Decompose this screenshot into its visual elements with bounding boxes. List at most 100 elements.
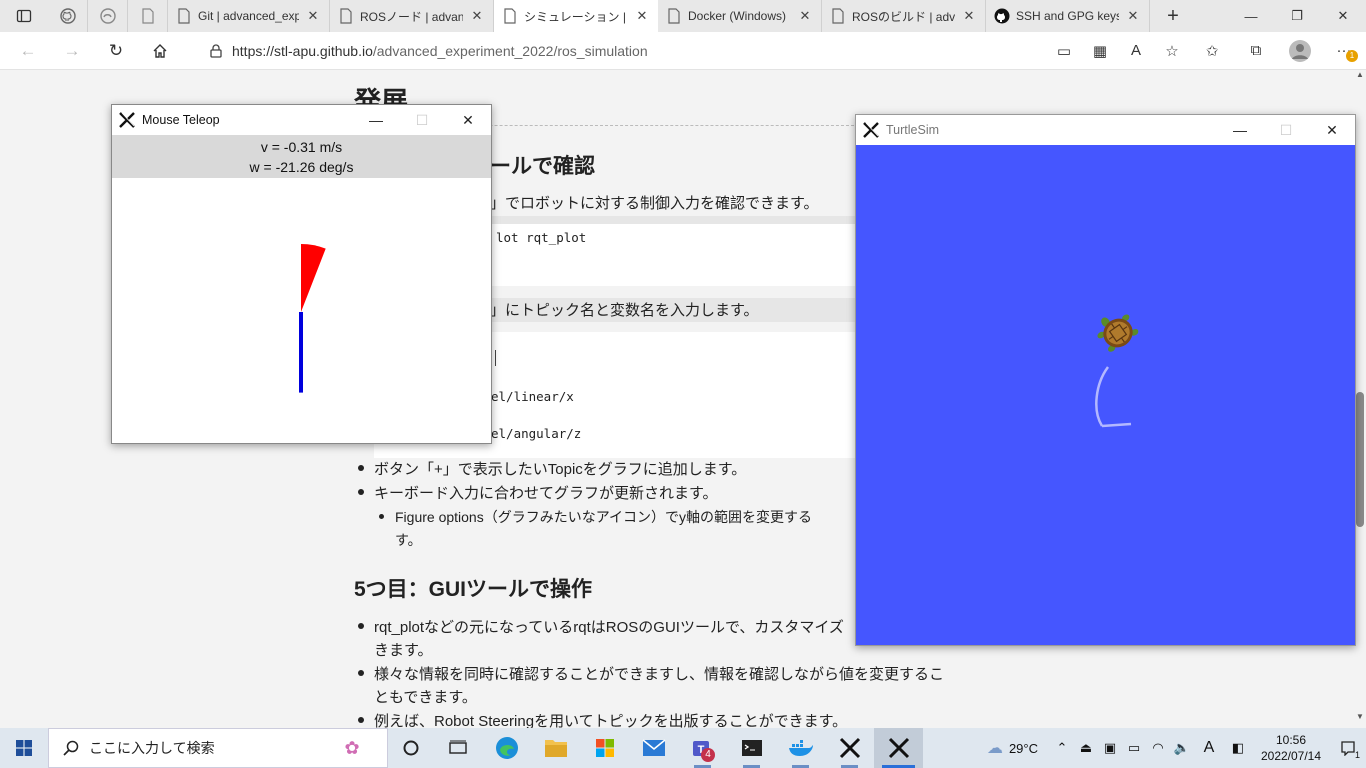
tab-actions-button[interactable]	[0, 0, 48, 32]
close-icon[interactable]: ✕	[469, 8, 485, 24]
read-aloud-icon: A	[1130, 42, 1141, 59]
notification-center-button[interactable]: 1	[1330, 728, 1366, 768]
collections-button[interactable]: ⧉	[1234, 32, 1278, 70]
tab-git[interactable]: Git | advanced_exp ✕	[168, 0, 330, 32]
ime-mode-icon[interactable]: ◧	[1224, 728, 1252, 768]
edge-icon	[495, 737, 518, 759]
list-item: rqt_plotなどの元になっているrqtはROSのGUIツールで、カスタマイズ	[374, 619, 844, 636]
taskbar-app-teams[interactable]: T 4	[678, 728, 727, 768]
minimize-button[interactable]: —	[1217, 115, 1263, 145]
minimize-button[interactable]: —	[1228, 0, 1274, 32]
scroll-up-icon[interactable]: ▲	[1356, 70, 1364, 79]
close-icon[interactable]: ✕	[797, 8, 813, 24]
search-highlight-illustration: ✿	[344, 737, 360, 758]
code-line: el/linear/x	[491, 389, 574, 404]
minimize-button[interactable]: —	[353, 105, 399, 135]
close-icon[interactable]: ✕	[305, 8, 321, 24]
notification-badge: 1	[1346, 49, 1358, 62]
tab-ros-node[interactable]: ROSノード | advance ✕	[330, 0, 494, 32]
tab-docker[interactable]: Docker (Windows) ✕	[658, 0, 822, 32]
tab-ssh-gpg[interactable]: SSH and GPG keys ✕	[986, 0, 1150, 32]
mail-icon	[641, 739, 666, 756]
restore-button[interactable]: ❐	[1274, 0, 1320, 32]
browser-toolbar: ← → ↻ https://stl-apu.github.io/advanced…	[0, 32, 1366, 70]
tab-simulation[interactable]: シミュレーション | adv ✕	[494, 0, 658, 32]
window-titlebar[interactable]: Mouse Teleop — ☐ ✕	[112, 105, 491, 135]
page-icon	[141, 8, 154, 24]
favorites-button[interactable]: ✩	[1190, 32, 1234, 70]
x11-logo-icon	[888, 737, 909, 759]
list-item: ボタン「+」で表示したいTopicをグラフに追加します。	[374, 461, 747, 478]
taskbar-app-docker[interactable]	[776, 728, 825, 768]
close-button[interactable]: ✕	[445, 105, 491, 135]
star-plus-icon: ☆	[1165, 42, 1179, 60]
usb-icon[interactable]: ⏏	[1074, 728, 1098, 768]
taskbar-app-xserver[interactable]	[825, 728, 874, 768]
clock-time: 10:56	[1275, 733, 1307, 747]
close-icon[interactable]: ✕	[1125, 8, 1141, 24]
volume-icon[interactable]: 🔈	[1170, 728, 1194, 768]
close-icon[interactable]: ✕	[634, 8, 650, 24]
taskbar-search-box[interactable]: ここに入力して検索 ✿	[48, 728, 388, 768]
bullet	[358, 489, 364, 495]
cast-button[interactable]: ▭	[1046, 32, 1082, 70]
x11-logo-icon	[839, 737, 860, 759]
taskbar-app-store[interactable]	[580, 728, 629, 768]
window-titlebar[interactable]: TurtleSim — ☐ ✕	[856, 115, 1355, 145]
start-button[interactable]	[0, 728, 48, 768]
settings-menu-button[interactable]: ··· 1	[1322, 32, 1366, 70]
system-tray: ☁ 29°C ⌃ ⏏ ▣ ▭ ◠ 🔈 A ◧ 10:56 2022/07/14 …	[981, 728, 1366, 768]
chevron-up-icon[interactable]: ⌃	[1050, 728, 1074, 768]
weather-cloud-icon[interactable]: ☁	[981, 728, 1009, 768]
new-tab-button[interactable]: +	[1150, 0, 1196, 32]
mouse-teleop-window[interactable]: Mouse Teleop — ☐ ✕ v = -0.31 m/s w = -21…	[111, 104, 492, 444]
close-window-button[interactable]: ✕	[1320, 0, 1366, 32]
taskbar-app-terminal[interactable]	[727, 728, 776, 768]
teleop-canvas[interactable]	[112, 178, 491, 443]
x11-logo-icon	[112, 105, 142, 135]
add-favorite-button[interactable]: ☆	[1154, 32, 1190, 70]
linear-velocity-bar	[299, 312, 303, 393]
cast-icon: ▭	[1056, 42, 1072, 60]
profile-button[interactable]	[1278, 32, 1322, 70]
code-line: el/angular/z	[491, 426, 582, 441]
read-aloud-button[interactable]: A	[1118, 32, 1154, 70]
maximize-button[interactable]: ☐	[1263, 115, 1309, 145]
tab-pinned-page[interactable]	[128, 0, 168, 32]
task-view-button[interactable]	[434, 728, 482, 768]
tab-pinned-github[interactable]	[48, 0, 88, 32]
task-view-button[interactable]	[388, 728, 434, 768]
turtle-icon	[1097, 314, 1139, 352]
taskbar-app-file-explorer[interactable]	[531, 728, 580, 768]
refresh-button[interactable]: ↻	[94, 32, 138, 70]
edge-icon	[99, 8, 116, 24]
taskbar-app-mail[interactable]	[629, 728, 678, 768]
close-button[interactable]: ✕	[1309, 115, 1355, 145]
tab-label: Docker (Windows)	[688, 9, 787, 23]
home-button[interactable]	[138, 32, 182, 70]
tab-label: ROSノード | advance	[360, 9, 463, 24]
window-title: TurtleSim	[886, 123, 940, 137]
favorites-icon: ✩	[1205, 42, 1219, 60]
ime-indicator[interactable]: A	[1194, 728, 1224, 768]
forward-button[interactable]: →	[50, 32, 94, 70]
tab-label: シミュレーション | adv	[524, 9, 628, 24]
notification-icon	[1341, 741, 1355, 756]
scroll-down-icon[interactable]: ▼	[1356, 712, 1364, 721]
turtlesim-window[interactable]: TurtleSim — ☐ ✕	[855, 114, 1356, 646]
back-button[interactable]: ←	[6, 32, 50, 70]
taskbar-app-xserver[interactable]	[874, 728, 923, 768]
maximize-button[interactable]: ☐	[399, 105, 445, 135]
taskbar-app-edge[interactable]	[482, 728, 531, 768]
tab-ros-build[interactable]: ROSのビルド | advan ✕	[822, 0, 986, 32]
display-icon[interactable]: ▣	[1098, 728, 1122, 768]
wifi-icon[interactable]: ◠	[1146, 728, 1170, 768]
address-bar[interactable]: https://stl-apu.github.io/advanced_exper…	[210, 36, 1030, 66]
tab-pinned-edge[interactable]	[88, 0, 128, 32]
battery-icon[interactable]: ▭	[1122, 728, 1146, 768]
scrollbar-thumb[interactable]	[1356, 392, 1364, 527]
apps-button[interactable]: ▦	[1082, 32, 1118, 70]
close-icon[interactable]: ✕	[961, 8, 977, 24]
temperature[interactable]: 29°C	[1009, 741, 1038, 756]
clock[interactable]: 10:56 2022/07/14	[1252, 732, 1330, 764]
